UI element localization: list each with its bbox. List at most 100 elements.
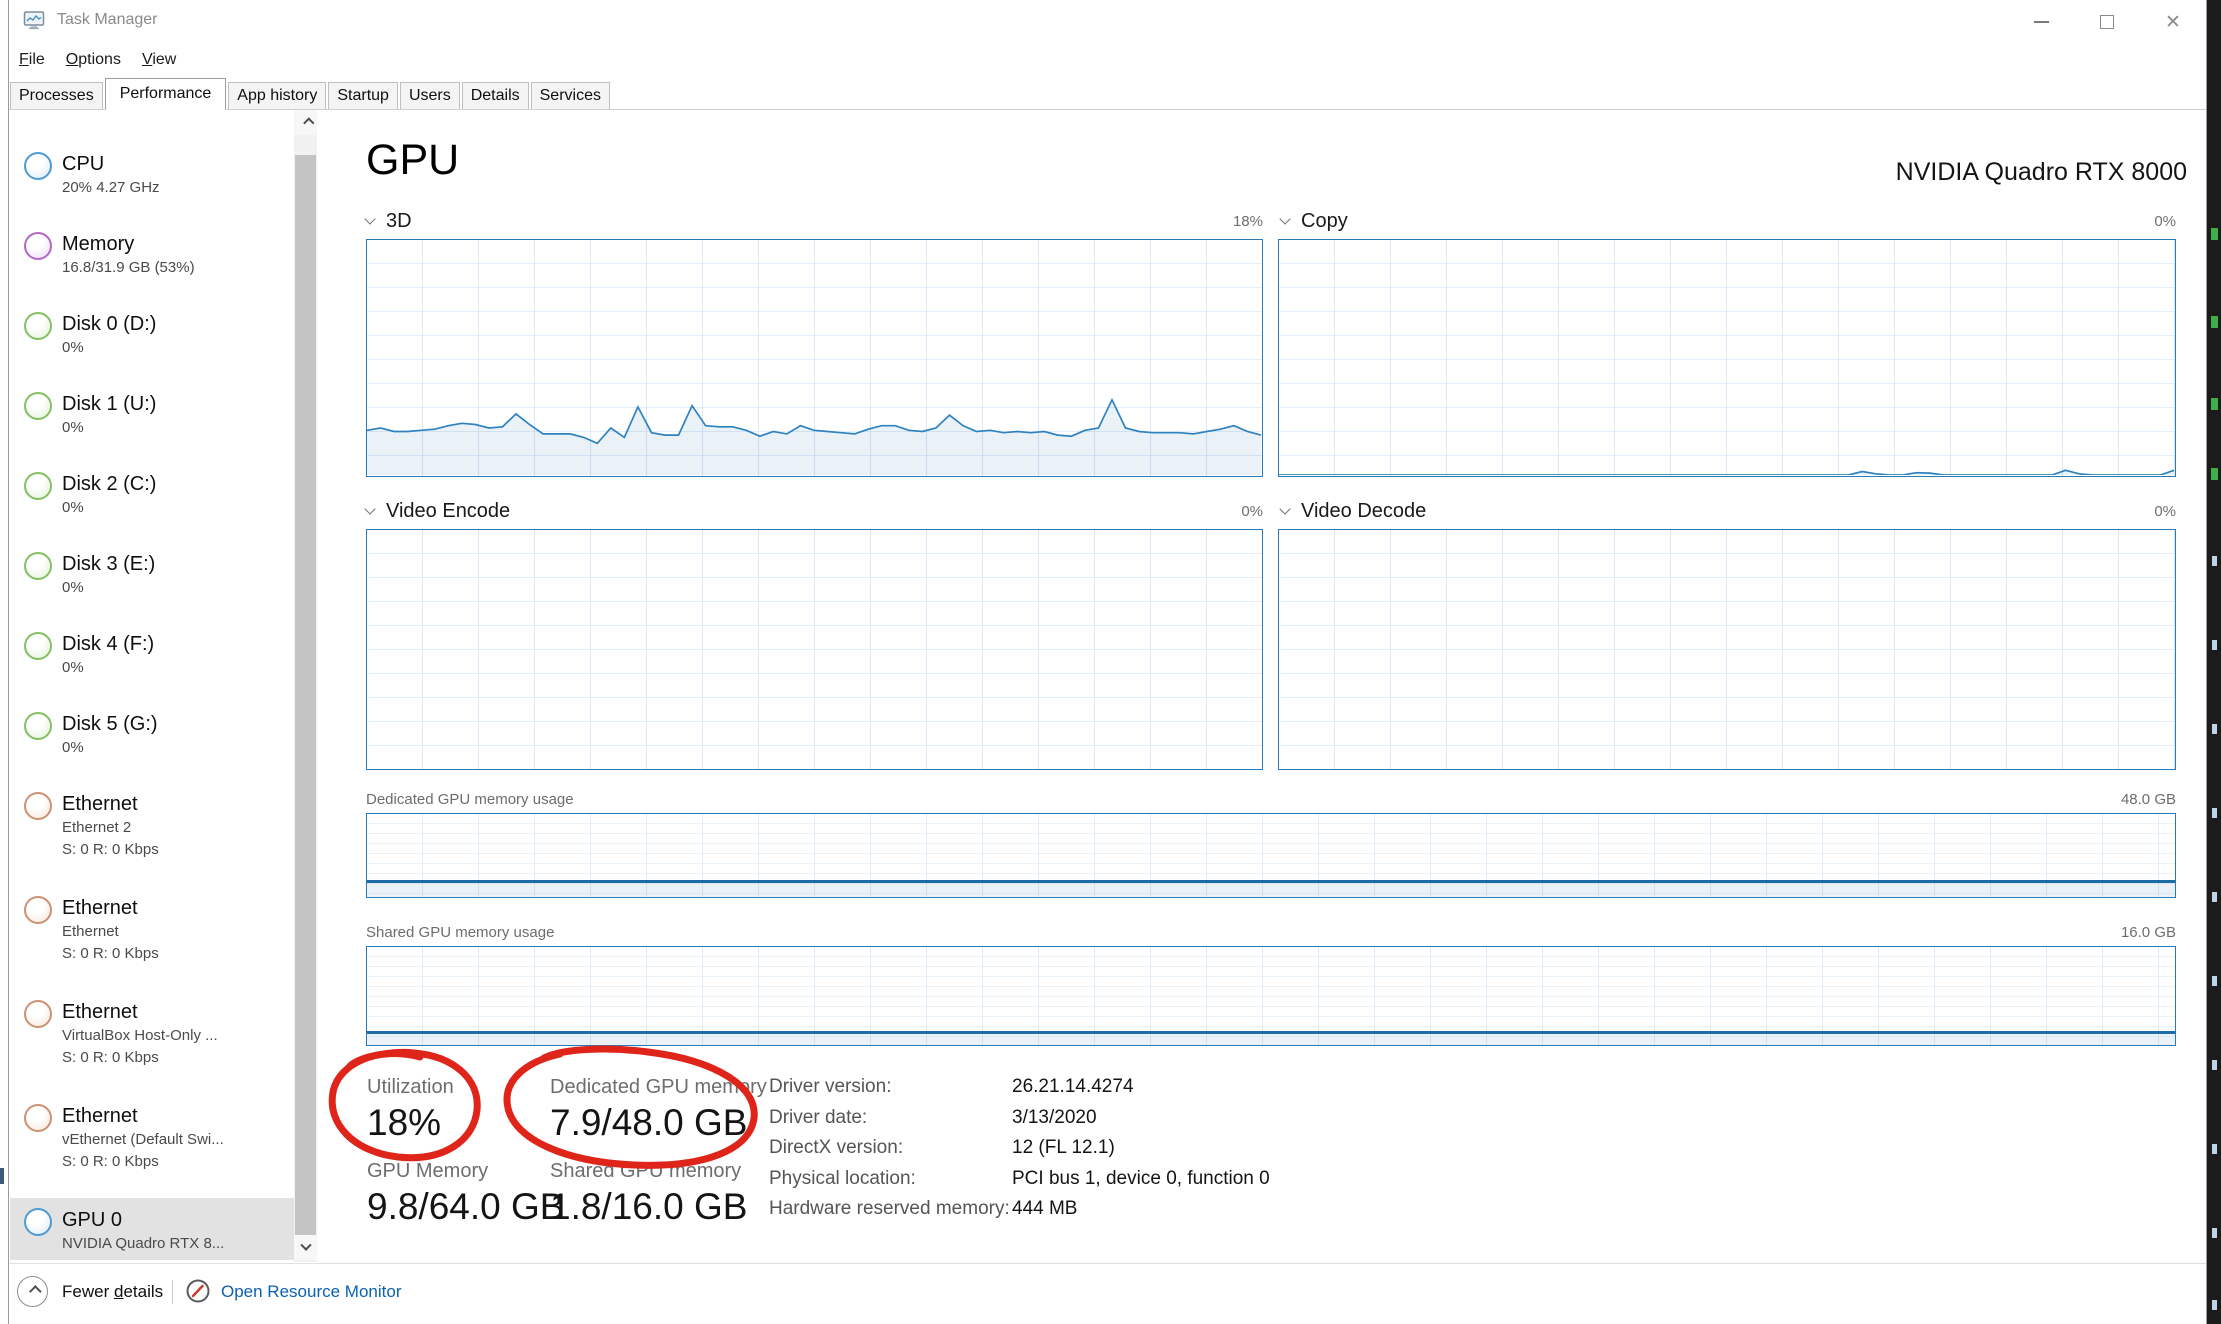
background-window-sliver xyxy=(2207,0,2221,1324)
chevron-down-icon xyxy=(1279,213,1290,224)
sidebar-item-cpu[interactable]: CPU20% 4.27 GHz xyxy=(10,142,294,222)
gpu-detail-label: Driver version: xyxy=(769,1076,1012,1107)
chart-3d xyxy=(366,239,1263,477)
dedicated-memory-chart xyxy=(366,813,2176,898)
sidebar-item-disk-0[interactable]: Disk 0 (D:)0% xyxy=(10,302,294,382)
section-copy: Copy xyxy=(1281,210,1348,233)
section-3d-label: 3D xyxy=(386,210,412,232)
minimize-button[interactable] xyxy=(2008,0,2074,44)
gpu-detail-label: Physical location: xyxy=(769,1168,1012,1199)
sidebar-item-disk-4[interactable]: Disk 4 (F:)0% xyxy=(10,622,294,702)
shared-memory-fill xyxy=(367,1034,2175,1045)
chevron-up-circle-icon xyxy=(17,1276,48,1307)
gpu-detail-value: 12 (FL 12.1) xyxy=(1012,1137,1115,1168)
tab-services[interactable]: Services xyxy=(531,82,610,109)
gpu-device-name: NVIDIA Quadro RTX 8000 xyxy=(1187,158,2187,187)
tab-users[interactable]: Users xyxy=(400,82,460,109)
sidebar-item-subtitle: 0% xyxy=(62,418,294,438)
tab-details[interactable]: Details xyxy=(462,82,529,109)
disk-3-icon xyxy=(24,552,52,580)
gpu-memory-value: 9.8/64.0 GB xyxy=(367,1186,564,1228)
menu-file-label: F xyxy=(19,51,29,68)
background-left-speck xyxy=(0,1168,4,1184)
menubar: File Options View xyxy=(19,46,176,74)
disk-0-icon xyxy=(24,312,52,340)
gpu-detail-label: Driver date: xyxy=(769,1107,1012,1138)
sidebar-item-disk-1[interactable]: Disk 1 (U:)0% xyxy=(10,382,294,462)
dedicated-memory-max: 48.0 GB xyxy=(2001,791,2176,808)
dedicated-memory-fill xyxy=(367,883,2175,897)
sidebar-item-memory[interactable]: Memory16.8/31.9 GB (53%) xyxy=(10,222,294,302)
gpu-detail-row: DirectX version:12 (FL 12.1) xyxy=(769,1137,1669,1168)
close-button[interactable]: ✕ xyxy=(2140,0,2206,44)
sidebar-item-subtitle: VirtualBox Host-Only ... xyxy=(62,1026,294,1046)
menu-view[interactable]: View xyxy=(142,51,176,69)
chart-video-decode xyxy=(1278,529,2176,770)
menu-options[interactable]: Options xyxy=(66,51,121,69)
chevron-down-icon xyxy=(364,503,375,514)
fewer-details-label: Fewer details xyxy=(62,1282,163,1302)
scroll-down-button[interactable] xyxy=(294,1235,317,1260)
scrollbar-thumb[interactable] xyxy=(295,155,316,1237)
sidebar-item-title: Disk 0 (D:) xyxy=(62,312,294,336)
sidebar-scrollbar[interactable] xyxy=(294,110,317,1262)
sidebar-item-disk-5[interactable]: Disk 5 (G:)0% xyxy=(10,702,294,782)
chevron-down-icon xyxy=(1279,503,1290,514)
scroll-up-button[interactable] xyxy=(294,110,317,135)
chart-video-encode-line xyxy=(367,530,1261,768)
sidebar-item-ethernet-3[interactable]: EthernetVirtualBox Host-Only ...S: 0 R: … xyxy=(10,990,294,1094)
gpu-detail-value: 444 MB xyxy=(1012,1198,1077,1229)
ethernet-4-icon xyxy=(24,1104,52,1132)
fewer-details-button[interactable]: Fewer details xyxy=(17,1276,163,1307)
tab-performance[interactable]: Performance xyxy=(105,78,227,110)
menu-options-label: O xyxy=(66,51,78,68)
sidebar-item-subtitle: S: 0 R: 0 Kbps xyxy=(62,944,294,964)
resource-monitor-icon xyxy=(185,1278,211,1304)
disk-4-icon xyxy=(24,632,52,660)
menu-view-label: V xyxy=(142,51,152,68)
open-resource-monitor-link[interactable]: Open Resource Monitor xyxy=(221,1282,401,1302)
page-title: GPU xyxy=(366,136,459,185)
chart-video-encode xyxy=(366,529,1263,770)
sidebar-item-title: Ethernet xyxy=(62,792,294,816)
shared-memory-level-line xyxy=(367,1031,2175,1034)
sidebar-item-disk-3[interactable]: Disk 3 (E:)0% xyxy=(10,542,294,622)
tab-app-history[interactable]: App history xyxy=(228,82,326,109)
menu-file[interactable]: File xyxy=(19,51,45,69)
sidebar-item-ethernet-1[interactable]: EthernetEthernet 2S: 0 R: 0 Kbps xyxy=(10,782,294,886)
shared-gpu-memory-value: 1.8/16.0 GB xyxy=(550,1186,747,1228)
sidebar-item-gpu-0[interactable]: GPU 0NVIDIA Quadro RTX 8... xyxy=(10,1198,294,1260)
chevron-up-icon xyxy=(303,117,314,128)
sidebar-item-subtitle: S: 0 R: 0 Kbps xyxy=(62,1152,294,1172)
section-3d: 3D xyxy=(366,210,412,233)
maximize-button[interactable] xyxy=(2074,0,2140,44)
gpu-detail-value: PCI bus 1, device 0, function 0 xyxy=(1012,1168,1270,1199)
sidebar-item-disk-2[interactable]: Disk 2 (C:)0% xyxy=(10,462,294,542)
sidebar-item-subtitle: 0% xyxy=(62,738,294,758)
chart-3d-line xyxy=(367,240,1261,475)
gpu-detail-label: DirectX version: xyxy=(769,1137,1012,1168)
disk-1-icon xyxy=(24,392,52,420)
ethernet-2-icon xyxy=(24,896,52,924)
close-icon: ✕ xyxy=(2165,13,2181,32)
gpu-detail-value: 26.21.14.4274 xyxy=(1012,1076,1134,1107)
section-copy-label: Copy xyxy=(1301,210,1348,232)
shared-memory-label: Shared GPU memory usage xyxy=(366,924,554,941)
footer-separator xyxy=(172,1280,173,1304)
tab-startup[interactable]: Startup xyxy=(328,82,398,109)
window-title: Task Manager xyxy=(57,11,158,29)
tab-processes[interactable]: Processes xyxy=(10,82,103,109)
sidebar-item-title: Disk 4 (F:) xyxy=(62,632,294,656)
gpu-memory-label: GPU Memory xyxy=(367,1160,488,1183)
sidebar-item-ethernet-2[interactable]: EthernetEthernetS: 0 R: 0 Kbps xyxy=(10,886,294,990)
sidebar-item-subtitle: 20% 4.27 GHz xyxy=(62,178,294,198)
gpu-detail-label: Hardware reserved memory: xyxy=(769,1198,1012,1229)
disk-5-icon xyxy=(24,712,52,740)
sidebar-item-subtitle: S: 0 R: 0 Kbps xyxy=(62,1048,294,1068)
sidebar-item-subtitle: S: 0 R: 0 Kbps xyxy=(62,840,294,860)
sidebar-item-subtitle: 0% xyxy=(62,338,294,358)
utilization-value: 18% xyxy=(367,1102,441,1144)
sidebar-item-ethernet-4[interactable]: EthernetvEthernet (Default Swi...S: 0 R:… xyxy=(10,1094,294,1198)
tabbar: Processes Performance App history Startu… xyxy=(9,79,2206,110)
sidebar-item-title: Disk 1 (U:) xyxy=(62,392,294,416)
